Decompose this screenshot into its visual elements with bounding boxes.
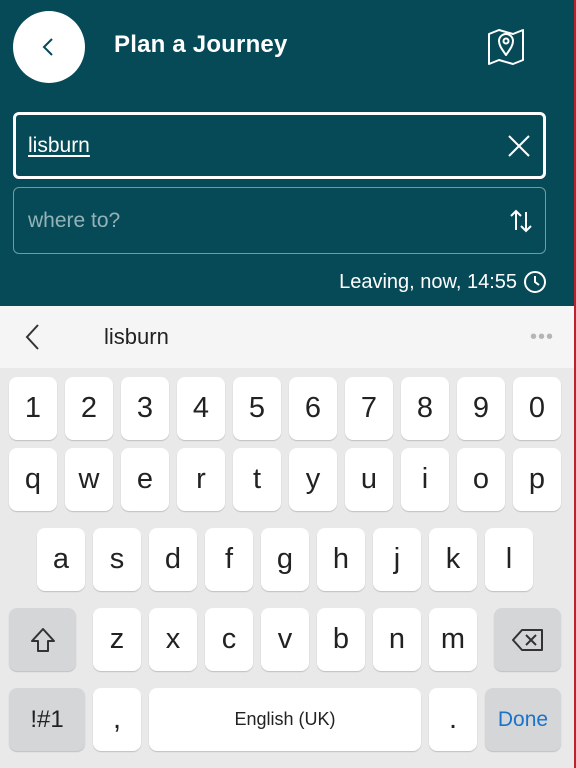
key-8[interactable]: 8 <box>401 377 449 440</box>
key-d[interactable]: d <box>149 528 197 591</box>
key-s[interactable]: s <box>93 528 141 591</box>
swap-vertical-icon <box>510 209 532 232</box>
shift-icon <box>30 627 55 652</box>
key-b[interactable]: b <box>317 608 365 671</box>
backspace-icon <box>511 628 543 651</box>
departure-time[interactable]: Leaving, now, 14:55 <box>339 270 547 294</box>
key-1[interactable]: 1 <box>9 377 57 440</box>
key-6[interactable]: 6 <box>289 377 337 440</box>
key-0[interactable]: 0 <box>513 377 561 440</box>
key-f[interactable]: f <box>205 528 253 591</box>
clock-icon <box>524 271 546 293</box>
chevron-left-icon <box>42 38 53 56</box>
key-5[interactable]: 5 <box>233 377 281 440</box>
keyboard: 1 2 3 4 5 6 7 8 9 0 q w e r t y u i o p … <box>0 368 576 768</box>
key-o[interactable]: o <box>457 448 505 511</box>
key-9[interactable]: 9 <box>457 377 505 440</box>
key-v[interactable]: v <box>261 608 309 671</box>
key-a[interactable]: a <box>37 528 85 591</box>
departure-time-label: Leaving, now, 14:55 <box>339 270 517 293</box>
suggestion-bar: lisburn ••• <box>0 306 576 368</box>
journey-header: Plan a Journey lisburn where to? Leaving… <box>0 0 576 306</box>
key-4[interactable]: 4 <box>177 377 225 440</box>
back-button[interactable] <box>13 11 85 83</box>
key-l[interactable]: l <box>485 528 533 591</box>
from-field[interactable]: lisburn <box>13 112 546 179</box>
done-key[interactable]: Done <box>485 688 561 751</box>
close-icon <box>508 134 530 157</box>
key-w[interactable]: w <box>65 448 113 511</box>
key-y[interactable]: y <box>289 448 337 511</box>
symbols-key[interactable]: !#1 <box>9 688 85 751</box>
key-t[interactable]: t <box>233 448 281 511</box>
more-options-icon[interactable]: ••• <box>530 326 554 349</box>
clear-button[interactable] <box>505 132 533 160</box>
key-x[interactable]: x <box>149 608 197 671</box>
key-i[interactable]: i <box>401 448 449 511</box>
key-e[interactable]: e <box>121 448 169 511</box>
key-u[interactable]: u <box>345 448 393 511</box>
key-c[interactable]: c <box>205 608 253 671</box>
key-n[interactable]: n <box>373 608 421 671</box>
space-key[interactable]: English (UK) <box>149 688 421 751</box>
chevron-left-icon <box>25 324 39 350</box>
key-p[interactable]: p <box>513 448 561 511</box>
key-j[interactable]: j <box>373 528 421 591</box>
key-7[interactable]: 7 <box>345 377 393 440</box>
key-3[interactable]: 3 <box>121 377 169 440</box>
suggestion-back-button[interactable] <box>18 321 46 353</box>
key-2[interactable]: 2 <box>65 377 113 440</box>
comma-key[interactable]: , <box>93 688 141 751</box>
period-key[interactable]: . <box>429 688 477 751</box>
page-title: Plan a Journey <box>114 31 288 58</box>
backspace-key[interactable] <box>494 608 561 671</box>
swap-button[interactable] <box>507 207 535 235</box>
key-m[interactable]: m <box>429 608 477 671</box>
map-pin-icon <box>488 29 524 65</box>
key-k[interactable]: k <box>429 528 477 591</box>
key-z[interactable]: z <box>93 608 141 671</box>
key-q[interactable]: q <box>9 448 57 511</box>
suggestion-word[interactable]: lisburn <box>104 324 169 350</box>
key-r[interactable]: r <box>177 448 225 511</box>
key-g[interactable]: g <box>261 528 309 591</box>
to-field[interactable]: where to? <box>13 187 546 254</box>
map-button[interactable] <box>483 24 529 70</box>
to-input-placeholder[interactable]: where to? <box>28 209 120 233</box>
shift-key[interactable] <box>9 608 76 671</box>
from-input-value[interactable]: lisburn <box>28 134 90 158</box>
key-h[interactable]: h <box>317 528 365 591</box>
